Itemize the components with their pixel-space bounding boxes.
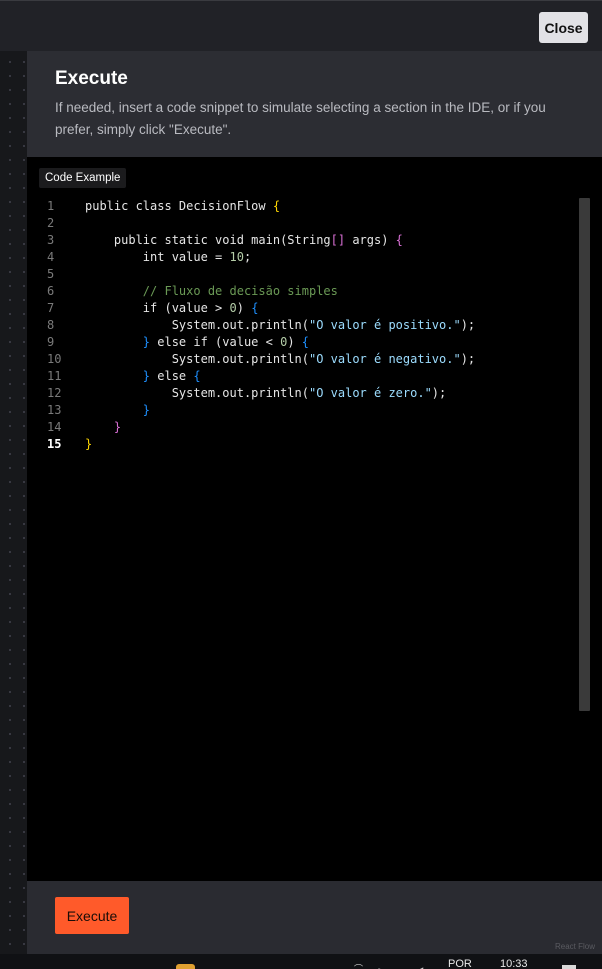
panel-description: If needed, insert a code snippet to simu… bbox=[55, 100, 546, 137]
code-token: [] bbox=[330, 233, 346, 247]
code-token: ); bbox=[431, 386, 447, 400]
code-token: else bbox=[150, 369, 194, 383]
line-number: 13 bbox=[47, 403, 62, 417]
code-line: if (value > 0) { bbox=[85, 301, 259, 315]
close-button[interactable]: Close bbox=[539, 12, 588, 43]
code-string: "O valor é positivo." bbox=[308, 318, 461, 332]
code-token: public static void main(String bbox=[85, 233, 331, 247]
line-number: 12 bbox=[47, 386, 62, 400]
top-bar: Close bbox=[0, 0, 602, 51]
line-number: 3 bbox=[47, 233, 55, 247]
code-token: } bbox=[142, 335, 151, 349]
code-token: if (value > bbox=[85, 301, 230, 315]
code-token: System.out.println( bbox=[85, 386, 309, 400]
line-number: 2 bbox=[47, 216, 55, 230]
code-token: else if (value < bbox=[150, 335, 281, 349]
code-token: { bbox=[301, 335, 309, 349]
code-line: System.out.println("O valor é positivo."… bbox=[85, 318, 475, 332]
code-token: } bbox=[113, 420, 122, 434]
code-token: ); bbox=[460, 352, 476, 366]
code-token: } bbox=[142, 369, 151, 383]
code-line: } else { bbox=[85, 369, 201, 383]
canvas-background bbox=[0, 51, 27, 954]
active-line-number: 15 bbox=[47, 437, 62, 451]
line-number: 11 bbox=[47, 369, 62, 383]
code-example-label: Code Example bbox=[39, 168, 127, 188]
line-number: 5 bbox=[47, 267, 55, 281]
language-indicator[interactable]: POR bbox=[448, 958, 472, 969]
code-token: { bbox=[272, 199, 281, 213]
line-number: 9 bbox=[47, 335, 55, 349]
os-taskbar: ⌒ ◦ ▬ ◂ POR 10:33 bbox=[0, 954, 602, 969]
code-line: int value = 10; bbox=[85, 250, 251, 264]
code-line: public static void main(String[] args) { bbox=[85, 233, 403, 247]
clock[interactable]: 10:33 bbox=[500, 958, 528, 969]
code-string: "O valor é negativo." bbox=[308, 352, 461, 366]
react-flow-attribution[interactable]: React Flow bbox=[555, 942, 595, 951]
notification-icon[interactable] bbox=[562, 965, 576, 969]
code-token: 0 bbox=[229, 301, 237, 315]
code-line: } bbox=[85, 420, 121, 434]
panel-title: Execute bbox=[55, 68, 128, 89]
line-number: 6 bbox=[47, 284, 55, 298]
code-token: ) bbox=[287, 335, 302, 349]
code-line: System.out.println("O valor é zero."); bbox=[85, 386, 447, 400]
code-token: 10 bbox=[229, 250, 244, 264]
code-token: int value = bbox=[85, 250, 230, 264]
code-editor[interactable]: Code Example 1 2 3 4 5 6 7 8 9 10 11 12 … bbox=[27, 157, 602, 881]
code-comment: // Fluxo de decisão simples bbox=[85, 284, 338, 298]
code-line: } bbox=[85, 437, 93, 451]
code-token: { bbox=[395, 233, 403, 247]
code-line: } bbox=[85, 403, 150, 417]
code-line: } else if (value < 0) { bbox=[85, 335, 309, 349]
folder-icon[interactable] bbox=[176, 964, 195, 969]
code-scrollbar[interactable] bbox=[579, 198, 590, 711]
line-number: 14 bbox=[47, 420, 62, 434]
line-number: 7 bbox=[47, 301, 55, 315]
code-token: { bbox=[251, 301, 259, 315]
line-number: 10 bbox=[47, 352, 62, 366]
code-token: public class DecisionFlow bbox=[85, 199, 273, 213]
line-number: 4 bbox=[47, 250, 55, 264]
line-number: 8 bbox=[47, 318, 55, 332]
code-token: { bbox=[193, 369, 201, 383]
code-line: System.out.println("O valor é negativo."… bbox=[85, 352, 475, 366]
code-token: } bbox=[142, 403, 151, 417]
code-token: System.out.println( bbox=[85, 352, 309, 366]
line-number: 1 bbox=[47, 199, 55, 213]
execute-button[interactable]: Execute bbox=[55, 897, 129, 934]
code-token: ; bbox=[243, 250, 252, 264]
execute-panel: Execute If needed, insert a code snippet… bbox=[27, 51, 602, 954]
code-line: public class DecisionFlow { bbox=[85, 199, 280, 213]
tray-icons[interactable]: ⌒ ◦ ▬ ◂ bbox=[354, 962, 429, 969]
panel-header: Execute If needed, insert a code snippet… bbox=[27, 51, 602, 157]
code-token: args) bbox=[345, 233, 396, 247]
panel-footer: Execute bbox=[27, 881, 602, 954]
code-token: System.out.println( bbox=[85, 318, 309, 332]
code-token: ); bbox=[460, 318, 476, 332]
code-token: ) bbox=[236, 301, 252, 315]
code-string: "O valor é zero." bbox=[308, 386, 432, 400]
